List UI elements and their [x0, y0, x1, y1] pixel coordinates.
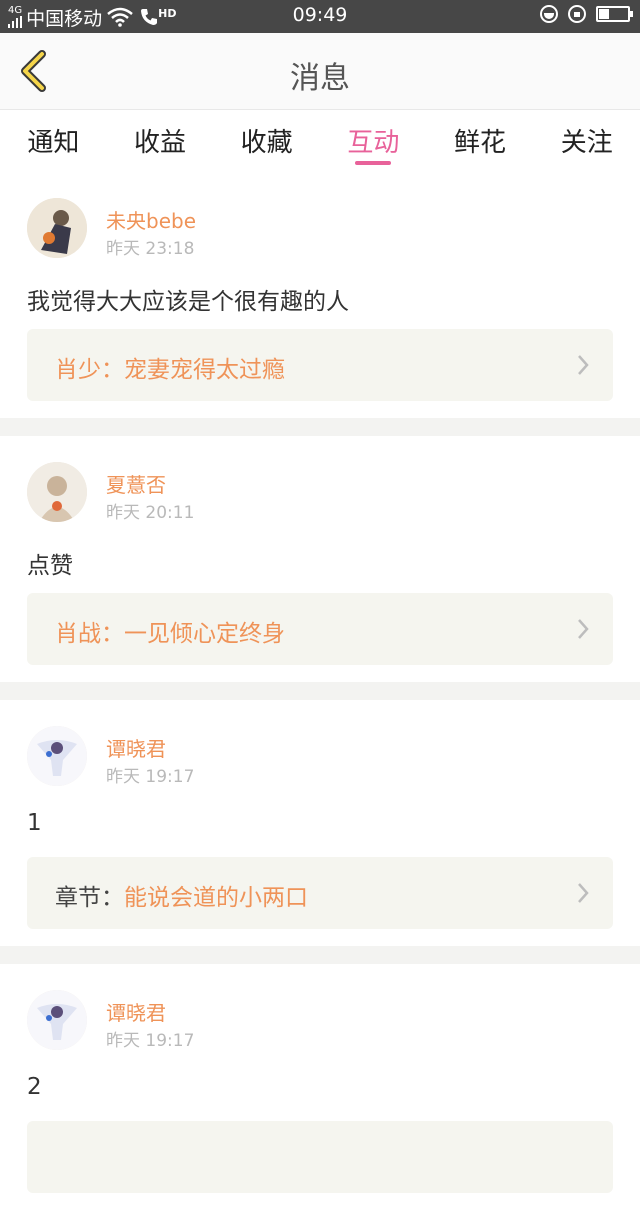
referenced-work[interactable] — [27, 1121, 613, 1193]
chevron-right-icon — [578, 619, 589, 639]
avatar[interactable] — [27, 462, 87, 522]
page-title: 消息 — [290, 61, 350, 96]
user-name[interactable]: 夏薏否 — [106, 469, 166, 498]
tab-notifications[interactable]: 通知 — [0, 110, 107, 172]
tab-favorites[interactable]: 收藏 — [213, 110, 320, 172]
timestamp: 昨天 19:17 — [106, 767, 195, 787]
user-name[interactable]: 谭晓君 — [106, 997, 166, 1026]
avatar[interactable] — [27, 990, 87, 1050]
referenced-work[interactable]: 肖战：一见倾心定终身 — [27, 593, 613, 665]
referenced-work[interactable]: 肖少：宠妻宠得太过瘾 — [27, 329, 613, 401]
avatar[interactable] — [27, 198, 87, 258]
divider — [0, 418, 640, 436]
divider — [0, 946, 640, 964]
list-item[interactable]: 谭晓君 昨天 19:17 2 — [0, 964, 640, 1210]
divider — [0, 682, 640, 700]
ref-prefix: 肖少： — [55, 357, 124, 383]
battery-icon — [596, 6, 633, 22]
timestamp: 昨天 23:18 — [106, 239, 195, 259]
tab-flowers[interactable]: 鲜花 — [427, 110, 534, 172]
message-text: 我觉得大大应该是个很有趣的人 — [27, 289, 349, 315]
message-text: 1 — [27, 810, 42, 836]
list-item[interactable]: 夏薏否 昨天 20:11 点赞 肖战：一见倾心定终身 — [0, 436, 640, 682]
timestamp: 昨天 19:17 — [106, 1031, 195, 1051]
message-text: 2 — [27, 1074, 42, 1100]
tab-following[interactable]: 关注 — [533, 110, 640, 172]
list-item[interactable]: 未央bebe 昨天 23:18 我觉得大大应该是个很有趣的人 肖少：宠妻宠得太过… — [0, 172, 640, 418]
eye-comfort-icon — [540, 5, 558, 23]
ref-prefix: 肖战： — [55, 621, 124, 647]
status-bar: 4G 中国移动 HD 09:49 — [0, 0, 640, 33]
chevron-right-icon — [578, 883, 589, 903]
user-name[interactable]: 未央bebe — [106, 205, 196, 234]
message-list: 未央bebe 昨天 23:18 我觉得大大应该是个很有趣的人 肖少：宠妻宠得太过… — [0, 172, 640, 1210]
tab-earnings[interactable]: 收益 — [107, 110, 214, 172]
chevron-right-icon — [578, 355, 589, 375]
list-item[interactable]: 谭晓君 昨天 19:17 1 章节：能说会道的小两口 — [0, 700, 640, 946]
status-right — [540, 5, 633, 23]
message-text: 点赞 — [27, 553, 73, 579]
ref-title: 能说会道的小两口 — [124, 885, 308, 911]
tab-interactions[interactable]: 互动 — [320, 110, 427, 172]
referenced-work[interactable]: 章节：能说会道的小两口 — [27, 857, 613, 929]
ref-prefix: 章节： — [55, 885, 124, 911]
ref-title: 一见倾心定终身 — [124, 621, 285, 647]
user-name[interactable]: 谭晓君 — [106, 733, 166, 762]
timestamp: 昨天 20:11 — [106, 503, 195, 523]
ref-title: 宠妻宠得太过瘾 — [124, 357, 285, 383]
rotation-lock-icon — [568, 5, 586, 23]
avatar[interactable] — [27, 726, 87, 786]
tab-bar: 通知 收益 收藏 互动 鲜花 关注 — [0, 110, 640, 172]
header: 消息 — [0, 33, 640, 110]
